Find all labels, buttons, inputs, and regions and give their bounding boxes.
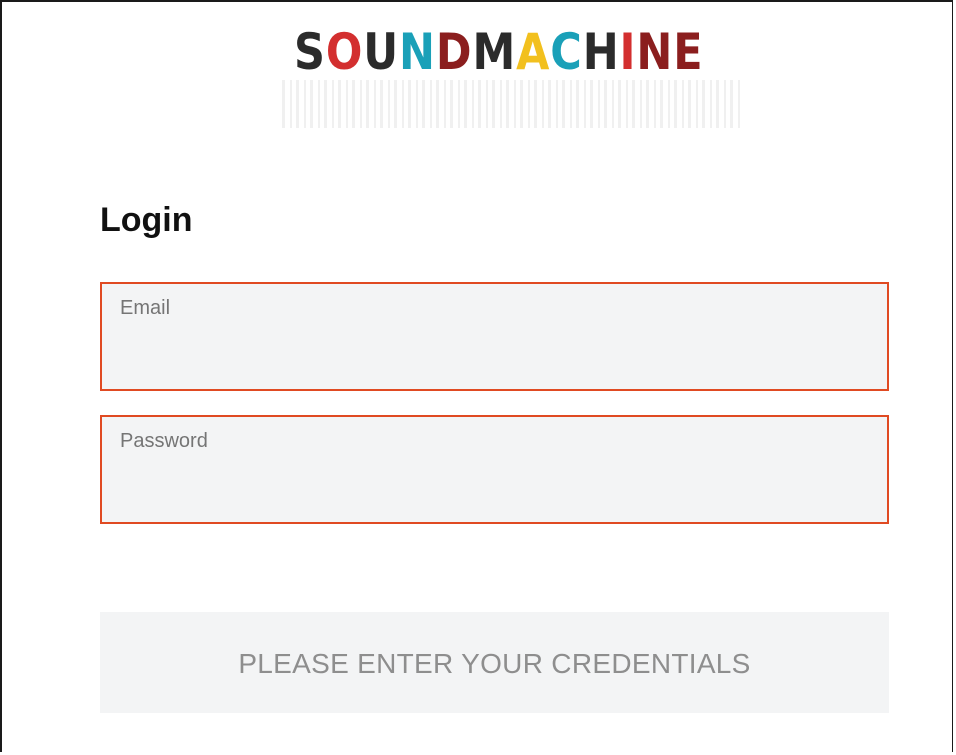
login-submit-button[interactable]: PLEASE ENTER YOUR CREDENTIALS — [100, 612, 889, 713]
page-title: Login — [100, 201, 193, 239]
password-field[interactable]: Password — [100, 415, 889, 524]
email-field[interactable]: Email — [100, 282, 889, 391]
brand-letter: N — [399, 23, 436, 81]
brand-letter: S — [294, 23, 326, 81]
brand-letter: A — [516, 23, 551, 81]
brand-wordmark: S O U N D M A C H I N E — [294, 24, 704, 80]
brand-letter: D — [435, 23, 473, 81]
password-input[interactable] — [120, 470, 869, 508]
email-field-label: Email — [120, 297, 171, 319]
brand-letter: H — [582, 23, 620, 81]
login-page-frame: S O U N D M A C H I N E Login Email Pass… — [0, 0, 953, 752]
brand-letter: N — [636, 23, 674, 81]
brand-letter: E — [673, 23, 704, 81]
brand-letter: C — [550, 23, 583, 81]
brand-letter: I — [619, 23, 637, 81]
brand-letter: U — [363, 23, 400, 81]
password-field-label: Password — [120, 430, 208, 452]
brand-letter: M — [472, 23, 517, 81]
email-input[interactable] — [120, 337, 869, 375]
brand-letter: O — [325, 23, 364, 81]
brand-logo: S O U N D M A C H I N E — [282, 16, 742, 128]
logo-barcode-decoration — [282, 80, 742, 128]
